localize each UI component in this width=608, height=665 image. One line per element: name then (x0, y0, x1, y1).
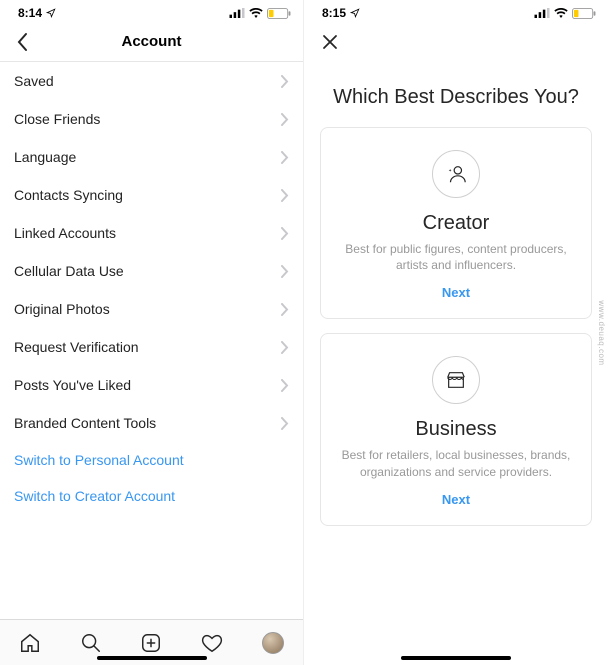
row-original-photos[interactable]: Original Photos (0, 290, 303, 328)
row-branded-content-tools[interactable]: Branded Content Tools (0, 404, 303, 442)
page-title: Account (122, 33, 182, 50)
location-arrow-icon (350, 8, 360, 18)
tab-home[interactable] (18, 631, 42, 655)
avatar (262, 632, 284, 654)
home-icon (19, 632, 41, 654)
row-label: Linked Accounts (14, 225, 116, 241)
close-button[interactable] (318, 30, 342, 54)
status-time: 8:14 (18, 6, 42, 20)
row-label: Request Verification (14, 339, 139, 355)
link-switch-personal[interactable]: Switch to Personal Account (0, 442, 303, 478)
row-label: Language (14, 149, 76, 165)
row-label: Contacts Syncing (14, 187, 123, 203)
business-icon (432, 356, 480, 404)
cards-container: Creator Best for public figures, content… (304, 127, 608, 526)
tab-activity[interactable] (200, 631, 224, 655)
battery-icon (267, 8, 291, 19)
status-bar: 8:14 (0, 0, 303, 22)
row-request-verification[interactable]: Request Verification (0, 328, 303, 366)
back-button[interactable] (10, 30, 34, 54)
chevron-right-icon (281, 189, 289, 202)
wifi-icon (554, 8, 568, 18)
chevron-right-icon (281, 227, 289, 240)
home-indicator (401, 656, 511, 660)
row-saved[interactable]: Saved (0, 62, 303, 100)
row-cellular-data-use[interactable]: Cellular Data Use (0, 252, 303, 290)
row-language[interactable]: Language (0, 138, 303, 176)
chevron-right-icon (281, 341, 289, 354)
card-title: Creator (337, 212, 575, 235)
link-label: Switch to Creator Account (14, 488, 175, 504)
row-label: Branded Content Tools (14, 415, 156, 431)
row-label: Cellular Data Use (14, 263, 124, 279)
card-desc: Best for retailers, local businesses, br… (337, 447, 575, 479)
watermark: www.deuaq.com (597, 300, 606, 365)
status-time: 8:15 (322, 6, 346, 20)
account-type-screen: 8:15 Which Best Des (304, 0, 608, 665)
search-icon (80, 632, 102, 654)
chevron-right-icon (281, 417, 289, 430)
account-settings-screen: 8:14 Account (0, 0, 304, 665)
chevron-right-icon (281, 265, 289, 278)
next-button[interactable]: Next (337, 285, 575, 300)
row-linked-accounts[interactable]: Linked Accounts (0, 214, 303, 252)
link-switch-creator[interactable]: Switch to Creator Account (0, 478, 303, 514)
location-arrow-icon (46, 8, 56, 18)
home-indicator (97, 656, 207, 660)
tab-new-post[interactable] (139, 631, 163, 655)
tab-profile[interactable] (261, 631, 285, 655)
row-close-friends[interactable]: Close Friends (0, 100, 303, 138)
link-label: Switch to Personal Account (14, 452, 184, 468)
card-title: Business (337, 418, 575, 441)
row-label: Original Photos (14, 301, 110, 317)
tab-search[interactable] (79, 631, 103, 655)
nav-header (304, 22, 608, 62)
chevron-right-icon (281, 113, 289, 126)
chevron-right-icon (281, 303, 289, 316)
row-label: Close Friends (14, 111, 100, 127)
card-business[interactable]: Business Best for retailers, local busin… (320, 333, 592, 525)
creator-icon (432, 150, 480, 198)
row-label: Posts You've Liked (14, 377, 131, 393)
next-button[interactable]: Next (337, 492, 575, 507)
settings-list: Saved Close Friends Language Contacts Sy… (0, 62, 303, 619)
headline: Which Best Describes You? (304, 62, 608, 127)
chevron-left-icon (16, 32, 28, 52)
chevron-right-icon (281, 151, 289, 164)
row-posts-youve-liked[interactable]: Posts You've Liked (0, 366, 303, 404)
chevron-right-icon (281, 379, 289, 392)
card-creator[interactable]: Creator Best for public figures, content… (320, 127, 592, 319)
wifi-icon (249, 8, 263, 18)
close-icon (322, 34, 338, 50)
chevron-right-icon (281, 75, 289, 88)
plus-square-icon (140, 632, 162, 654)
nav-header: Account (0, 22, 303, 62)
cellular-signal-icon (534, 8, 550, 18)
row-contacts-syncing[interactable]: Contacts Syncing (0, 176, 303, 214)
heart-icon (201, 632, 223, 654)
cellular-signal-icon (229, 8, 245, 18)
card-desc: Best for public figures, content produce… (337, 241, 575, 273)
status-bar: 8:15 (304, 0, 608, 22)
battery-icon (572, 8, 596, 19)
row-label: Saved (14, 73, 54, 89)
